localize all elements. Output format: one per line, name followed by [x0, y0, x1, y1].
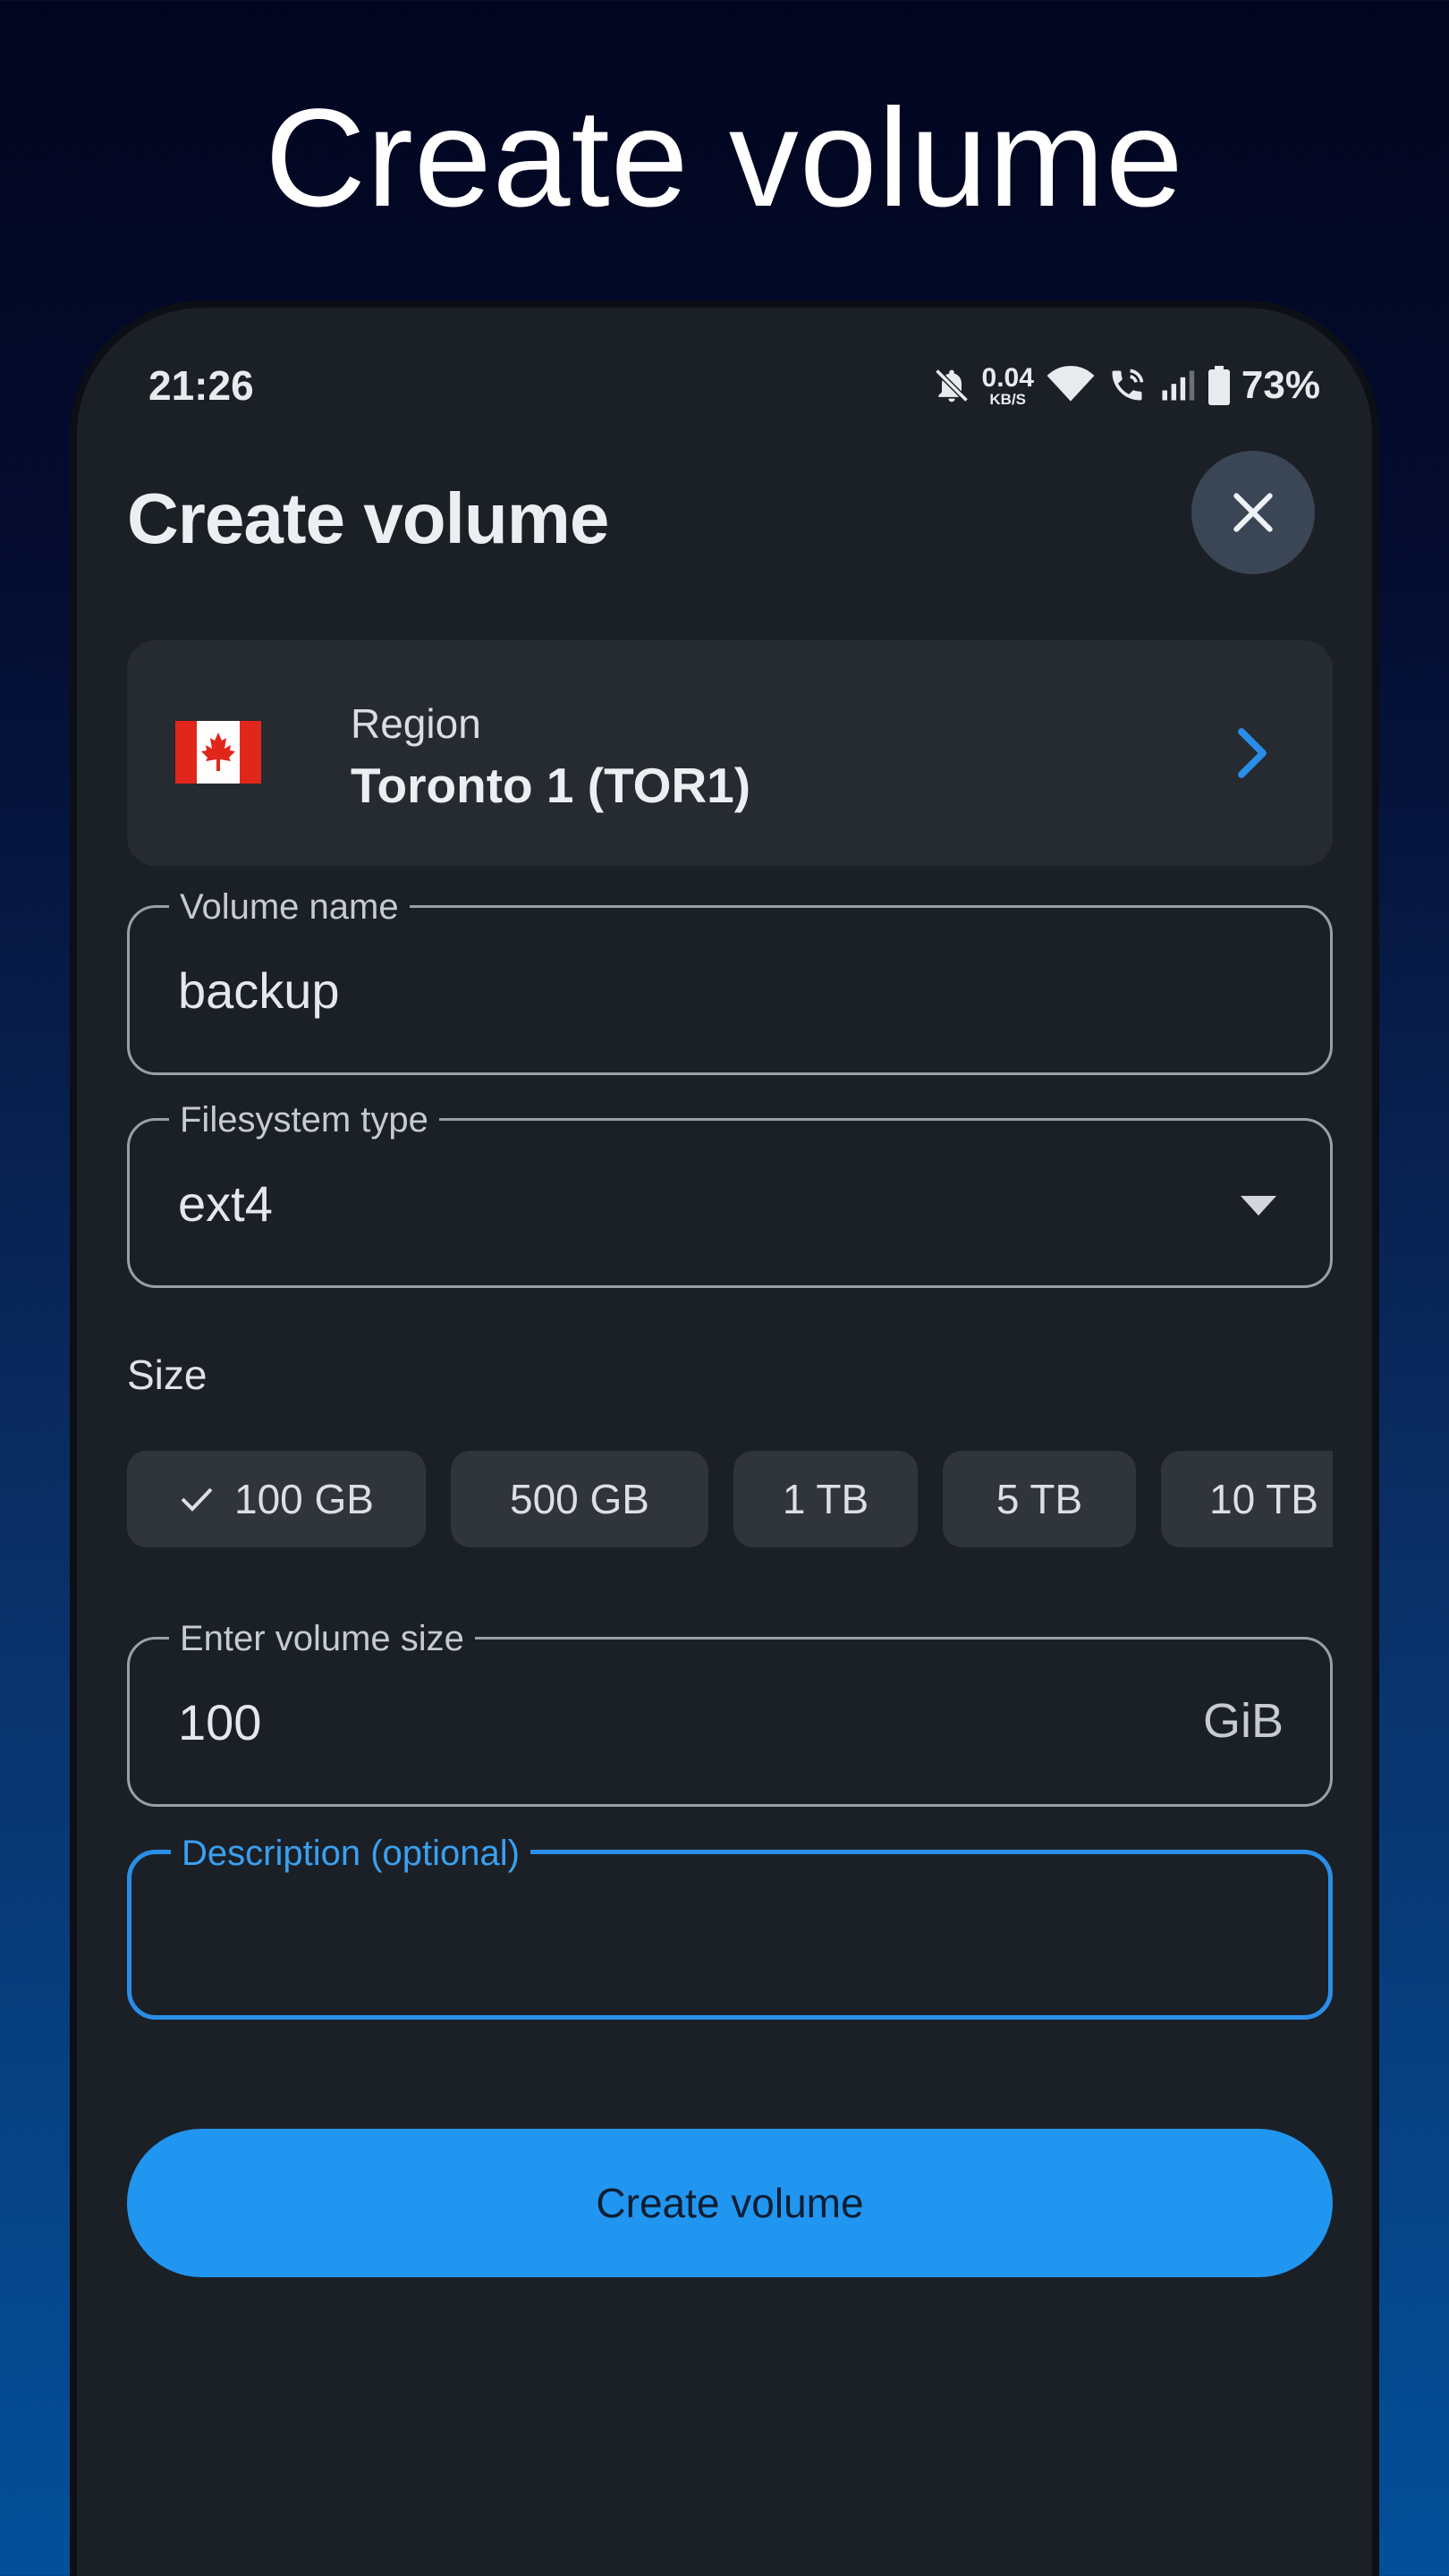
size-chip-label: 100 GB — [234, 1476, 374, 1522]
signal-icon — [1157, 366, 1197, 405]
size-chip-label: 10 TB — [1209, 1476, 1318, 1522]
size-chip-label: 5 TB — [996, 1476, 1083, 1522]
page-title: Create volume — [127, 479, 609, 558]
region-value: Toronto 1 (TOR1) — [351, 758, 751, 813]
close-button[interactable] — [1191, 451, 1315, 574]
status-icons: 0.04 KB/S 73% — [932, 363, 1320, 408]
chevron-right-icon — [1238, 728, 1267, 778]
size-label: Size — [127, 1352, 208, 1398]
status-bar: 21:26 0.04 KB/S 73% — [77, 361, 1372, 424]
size-chip-label: 1 TB — [782, 1476, 869, 1522]
phone-screen: 21:26 0.04 KB/S 73% Create volume Region… — [70, 301, 1379, 2576]
volume-name-field[interactable]: Volume name backup — [127, 885, 1333, 1075]
size-chips: 100 GB 500 GB 1 TB 5 TB 10 TB — [127, 1451, 1333, 1549]
region-label: Region — [351, 700, 481, 747]
volume-size-label: Enter volume size — [169, 1616, 475, 1661]
filesystem-type-label: Filesystem type — [169, 1097, 439, 1142]
description-field[interactable]: Description (optional) — [127, 1831, 1333, 2020]
size-chip-100gb[interactable]: 100 GB — [127, 1451, 426, 1547]
status-time: 21:26 — [148, 362, 254, 409]
size-chip-10tb[interactable]: 10 TB — [1161, 1451, 1333, 1547]
canada-flag-icon — [175, 721, 261, 784]
filesystem-type-select[interactable]: Filesystem type ext4 — [127, 1097, 1333, 1288]
size-chip-1tb[interactable]: 1 TB — [733, 1451, 918, 1547]
hero-title: Create volume — [265, 80, 1184, 236]
volume-size-unit: GiB — [1202, 1694, 1284, 1748]
region-selector[interactable]: Region Toronto 1 (TOR1) — [127, 640, 1333, 866]
wifi-call-icon — [1107, 366, 1147, 405]
battery-icon — [1208, 366, 1231, 405]
description-label: Description (optional) — [171, 1831, 530, 1876]
create-volume-button[interactable]: Create volume — [127, 2129, 1333, 2277]
size-chip-5tb[interactable]: 5 TB — [943, 1451, 1136, 1547]
network-speed: 0.04 KB/S — [981, 362, 1034, 408]
check-icon — [181, 1487, 213, 1512]
speed-unit: KB/S — [989, 390, 1027, 408]
caret-down-icon — [1241, 1196, 1276, 1216]
volume-name-input[interactable]: backup — [178, 962, 340, 1020]
volume-size-field[interactable]: Enter volume size 100 GiB — [127, 1616, 1333, 1807]
filesystem-type-value: ext4 — [178, 1175, 273, 1232]
close-icon — [1233, 493, 1273, 532]
volume-name-label: Volume name — [169, 885, 410, 929]
wifi-icon — [1045, 366, 1097, 405]
size-chip-500gb[interactable]: 500 GB — [451, 1451, 708, 1547]
volume-size-input[interactable]: 100 — [178, 1693, 261, 1751]
speed-value: 0.04 — [981, 362, 1034, 393]
size-chip-label: 500 GB — [510, 1476, 649, 1522]
battery-percent: 73% — [1241, 363, 1320, 407]
bell-off-icon — [932, 366, 971, 405]
